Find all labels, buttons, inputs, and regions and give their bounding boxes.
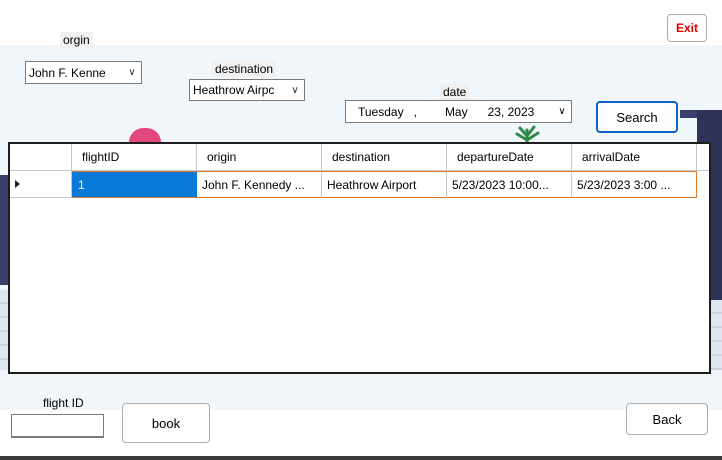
current-row-arrow-icon	[15, 180, 20, 188]
date-day-year: 23, 2023	[487, 104, 535, 119]
cell-destination[interactable]: Heathrow Airport	[322, 171, 447, 198]
date-month: May	[444, 104, 468, 119]
back-button[interactable]: Back	[626, 403, 708, 435]
book-button[interactable]: book	[122, 403, 210, 443]
chevron-down-icon: ∨	[558, 106, 566, 117]
cell-origin[interactable]: John F. Kennedy ...	[197, 171, 322, 198]
search-button[interactable]: Search	[596, 101, 678, 133]
column-header-departuredate[interactable]: departureDate	[447, 144, 572, 171]
flight-id-label: flight ID	[43, 396, 84, 410]
destination-select-value: Heathrow Airpc	[193, 83, 275, 97]
exit-button[interactable]: Exit	[667, 14, 707, 42]
table-header: flightID origin destination departureDat…	[10, 144, 709, 171]
origin-select-value: John F. Kenne	[29, 65, 106, 80]
cell-departuredate[interactable]: 5/23/2023 10:00...	[447, 171, 572, 198]
chevron-down-icon: ∨	[291, 84, 299, 96]
origin-label: orgin	[60, 32, 93, 48]
row-header-corner	[10, 144, 72, 171]
date-separator: ,	[413, 104, 417, 119]
flight-id-input[interactable]	[11, 414, 104, 438]
column-header-arrivaldate[interactable]: arrivalDate	[572, 144, 697, 171]
flights-table[interactable]: flightID origin destination departureDat…	[8, 142, 711, 374]
cell-flightid[interactable]: 1	[72, 171, 197, 198]
cell-arrivaldate[interactable]: 5/23/2023 3:00 ...	[572, 171, 697, 198]
row-selector[interactable]	[10, 171, 72, 198]
plant-icon	[515, 125, 540, 144]
destination-select[interactable]: Heathrow Airpc ∨	[189, 79, 305, 101]
chevron-down-icon: ∨	[128, 67, 136, 78]
column-header-destination[interactable]: destination	[322, 144, 447, 171]
background-bottom	[0, 410, 722, 458]
origin-select[interactable]: John F. Kenne ∨	[25, 61, 142, 84]
column-header-origin[interactable]: origin	[197, 144, 322, 171]
window-bottom-edge	[0, 456, 722, 460]
column-header-flightid[interactable]: flightID	[72, 144, 197, 171]
destination-label: destination	[212, 61, 277, 77]
table-row[interactable]: 1 John F. Kennedy ... Heathrow Airport 5…	[10, 171, 709, 198]
date-weekday: Tuesday	[358, 104, 404, 119]
date-label: date	[440, 84, 470, 100]
date-picker[interactable]: Tuesday , May 23, 2023 ∨	[345, 100, 572, 123]
